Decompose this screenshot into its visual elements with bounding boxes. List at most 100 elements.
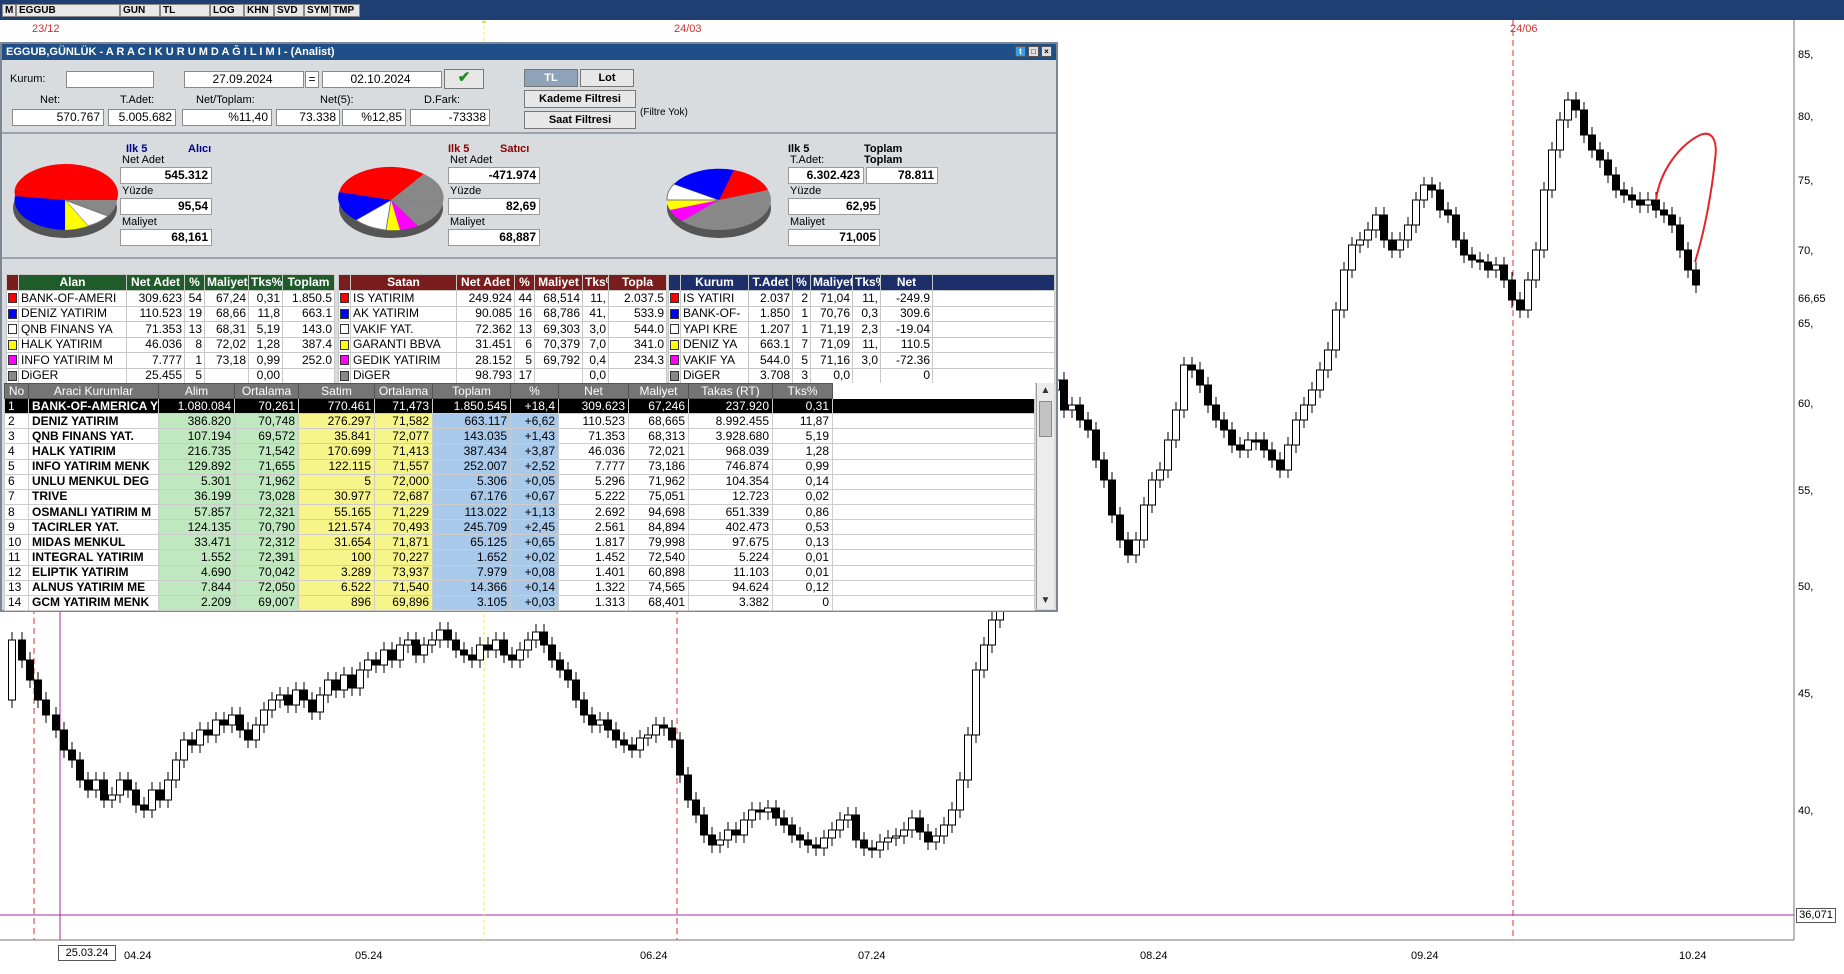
satan-col-3[interactable]: Maliyet bbox=[534, 274, 583, 291]
broker-table-scrollbar[interactable]: ▲ ▼ bbox=[1036, 383, 1054, 609]
broker-row[interactable]: 4 HALK YATIRIM 216.735 71,542 170.699 71,413 3… bbox=[4, 443, 1035, 460]
toplam-row[interactable]: DiGER 3.708 3 0,0 0 bbox=[668, 367, 1055, 384]
broker-cell: 71.353 bbox=[558, 428, 629, 445]
broker-row[interactable]: 5 INFO YATIRIM MENK 129.892 71,655 122.115 71… bbox=[4, 458, 1035, 475]
tl-toggle-button[interactable]: TL bbox=[524, 69, 578, 87]
alan-col-4[interactable]: Tks% bbox=[248, 274, 283, 291]
toplam-col-5[interactable]: Net bbox=[880, 274, 933, 291]
satan-col-5[interactable]: Topla bbox=[608, 274, 667, 291]
symbol-selector[interactable]: EGGUB bbox=[16, 4, 120, 17]
col-maliyet[interactable]: Maliyet bbox=[628, 383, 689, 399]
col-alim-ortalama[interactable]: Ortalama bbox=[234, 383, 299, 399]
broker-row[interactable]: 3 QNB FINANS YAT. 107.194 69,572 35.841 72,07… bbox=[4, 428, 1035, 445]
twitter-icon[interactable]: t bbox=[1015, 46, 1026, 57]
alan-row[interactable]: HALK YATIRIM 46.036 8 72,02 1,28 387.4 bbox=[6, 336, 335, 353]
broker-row[interactable]: 11 INTEGRAL YATIRIM 1.552 72,391 100 70,227 1.… bbox=[4, 549, 1035, 566]
col-alim[interactable]: Alim bbox=[158, 383, 235, 399]
satan-col-0[interactable]: Satan bbox=[350, 274, 457, 291]
broker-row[interactable]: 6 UNLU MENKUL DEG 5.301 71,962 5 72,000 5.306 +… bbox=[4, 473, 1035, 490]
toplam-row[interactable]: YAPI KRE 1.207 1 71,19 2,3 -19.04 bbox=[668, 321, 1055, 338]
col-tks[interactable]: Tks% bbox=[772, 383, 833, 399]
broker-filler-cell bbox=[832, 503, 1035, 521]
tadet-value: 5.005.682 bbox=[108, 109, 176, 126]
broker-row[interactable]: 8 OSMANLI YATIRIM M 57.857 72,321 55.165 71,2… bbox=[4, 503, 1035, 521]
toplam-row[interactable]: BANK-OF- 1.850 1 70,76 0,3 309.6 bbox=[668, 305, 1055, 322]
alan-col-2[interactable]: % bbox=[184, 274, 205, 291]
khn-button[interactable]: KHN bbox=[244, 4, 274, 17]
date-to-field[interactable]: 02.10.2024 bbox=[322, 71, 442, 88]
col-satim[interactable]: Satim bbox=[298, 383, 375, 399]
toplam-col-0[interactable]: Kurum bbox=[680, 274, 749, 291]
toplam-row[interactable]: DENIZ YA 663.1 7 71,09 11, 110.5 bbox=[668, 336, 1055, 353]
menu-m-button[interactable]: M bbox=[2, 4, 16, 17]
period-gun-button[interactable]: GUN bbox=[120, 4, 160, 17]
alan-row[interactable]: BANK-OF-AMERI 309.623 54 67,24 0,31 1.850.5 bbox=[6, 290, 335, 307]
col-net[interactable]: Net bbox=[558, 383, 629, 399]
alan-row[interactable]: DiGER 25.455 5 0,00 bbox=[6, 367, 335, 384]
alan-col-3[interactable]: Maliyet bbox=[204, 274, 249, 291]
toplam-empty-cell bbox=[932, 321, 1055, 338]
sym-button[interactable]: SYM bbox=[304, 4, 330, 17]
alan-col-0[interactable]: Alan bbox=[18, 274, 127, 291]
broker-row[interactable]: 13 ALNUS YATIRIM ME 7.844 72,050 6.522 71,540… bbox=[4, 579, 1035, 596]
close-icon[interactable]: × bbox=[1041, 46, 1052, 57]
broker-row[interactable]: 14 GCM YATIRIM MENK 2.209 69,007 896 69,896 3.… bbox=[4, 594, 1035, 612]
satan-row[interactable]: DiGER 98.793 17 0,0 bbox=[338, 367, 667, 384]
toplam-row[interactable]: VAKIF YA 544.0 5 71,16 3,0 -72.36 bbox=[668, 352, 1055, 369]
satan-row[interactable]: GARANTI BBVA 31.451 6 70,379 7,0 341.0 bbox=[338, 336, 667, 353]
col-satim-ortalama[interactable]: Ortalama bbox=[374, 383, 433, 399]
col-percent[interactable]: % bbox=[510, 383, 559, 399]
toplam-row[interactable]: IS YATIRI 2.037 2 71,04 11, -249.9 bbox=[668, 290, 1055, 307]
broker-row[interactable]: 1 BANK-OF-AMERICA Y 1.080.084 70,261 770.461… bbox=[4, 397, 1035, 415]
scroll-thumb[interactable] bbox=[1039, 401, 1052, 437]
col-araci-kurumlar[interactable]: Araci Kurumlar bbox=[28, 383, 159, 399]
kurum-input[interactable] bbox=[66, 71, 154, 88]
kademe-filter-button[interactable]: Kademe Filtresi bbox=[524, 90, 636, 108]
alan-col-1[interactable]: Net Adet bbox=[126, 274, 185, 291]
date-from-field[interactable]: 27.09.2024 bbox=[184, 71, 304, 88]
broker-row[interactable]: 12 ELIPTIK YATIRIM 4.690 70,042 3.289 73,937 7… bbox=[4, 564, 1035, 581]
restore-icon[interactable]: □ bbox=[1028, 46, 1039, 57]
col-takas[interactable]: Takas (RT) bbox=[688, 383, 773, 399]
toplam-col-2[interactable]: % bbox=[792, 274, 811, 291]
candle bbox=[932, 835, 940, 843]
broker-row[interactable]: 10 MIDAS MENKUL 33.471 72,312 31.654 71,871 65… bbox=[4, 534, 1035, 551]
log-button[interactable]: LOG bbox=[210, 4, 244, 17]
scroll-down-icon[interactable]: ▼ bbox=[1037, 593, 1054, 609]
candle bbox=[492, 639, 500, 651]
window-title-bar[interactable]: EGGUB,GÜNLÜK - A R A C I K U R U M D A Ğ… bbox=[2, 44, 1056, 60]
confirm-check-icon[interactable]: ✔ bbox=[444, 69, 484, 89]
lot-toggle-button[interactable]: Lot bbox=[580, 69, 634, 87]
alan-row[interactable]: INFO YATIRIM M 7.777 1 73,18 0,99 252.0 bbox=[6, 352, 335, 369]
broker-row[interactable]: 7 TRIVE 36.199 73,028 30.977 72,687 67.176 +0,6… bbox=[4, 488, 1035, 505]
alan-col-5[interactable]: Toplam bbox=[282, 274, 335, 291]
toplam-col-1[interactable]: T.Adet bbox=[748, 274, 793, 291]
satan-row[interactable]: VAKIF YAT. 72.362 13 69,303 3,0 544.0 bbox=[338, 321, 667, 338]
currency-tl-button[interactable]: TL bbox=[160, 4, 210, 17]
satan-row[interactable]: AK YATIRIM 90.085 16 68,786 41, 533.9 bbox=[338, 305, 667, 322]
satan-row[interactable]: GEDIK YATIRIM 28.152 5 69,792 0,4 234.3 bbox=[338, 352, 667, 369]
scroll-up-icon[interactable]: ▲ bbox=[1037, 383, 1054, 399]
candle bbox=[892, 835, 900, 839]
saat-filter-button[interactable]: Saat Filtresi bbox=[524, 111, 636, 129]
alan-header-row: Alan Net Adet % Maliyet Tks% Toplam bbox=[6, 274, 335, 291]
svd-button[interactable]: SVD bbox=[274, 4, 304, 17]
satan-row[interactable]: IS YATIRIM 249.924 44 68,514 11, 2.037.5 bbox=[338, 290, 667, 307]
toplam-swatch bbox=[668, 367, 681, 384]
alan-row[interactable]: DENIZ YATIRIM 110.523 19 68,66 11,8 663.1 bbox=[6, 305, 335, 322]
broker-row[interactable]: 9 TACIRLER YAT. 124.135 70,790 121.574 70,493… bbox=[4, 519, 1035, 536]
tmp-button[interactable]: TMP bbox=[330, 4, 360, 17]
alan-row[interactable]: QNB FINANS YA 71.353 13 68,31 5,19 143.0 bbox=[6, 321, 335, 338]
toplam-col-3[interactable]: Maliyet bbox=[810, 274, 853, 291]
satan-col-4[interactable]: Tks% bbox=[582, 274, 609, 291]
broker-cell: 100 bbox=[298, 549, 375, 566]
satan-col-2[interactable]: % bbox=[514, 274, 535, 291]
satan-col-1[interactable]: Net Adet bbox=[456, 274, 515, 291]
alan-swatch bbox=[6, 321, 19, 338]
broker-cell: 68,401 bbox=[628, 594, 689, 612]
broker-row[interactable]: 2 DENIZ YATIRIM 386.820 70,748 276.297 71,582… bbox=[4, 413, 1035, 430]
col-toplam[interactable]: Toplam bbox=[432, 383, 511, 399]
broker-cell: 6 bbox=[4, 473, 29, 490]
col-no[interactable]: No bbox=[4, 383, 29, 399]
toplam-col-4[interactable]: Tks% bbox=[852, 274, 881, 291]
